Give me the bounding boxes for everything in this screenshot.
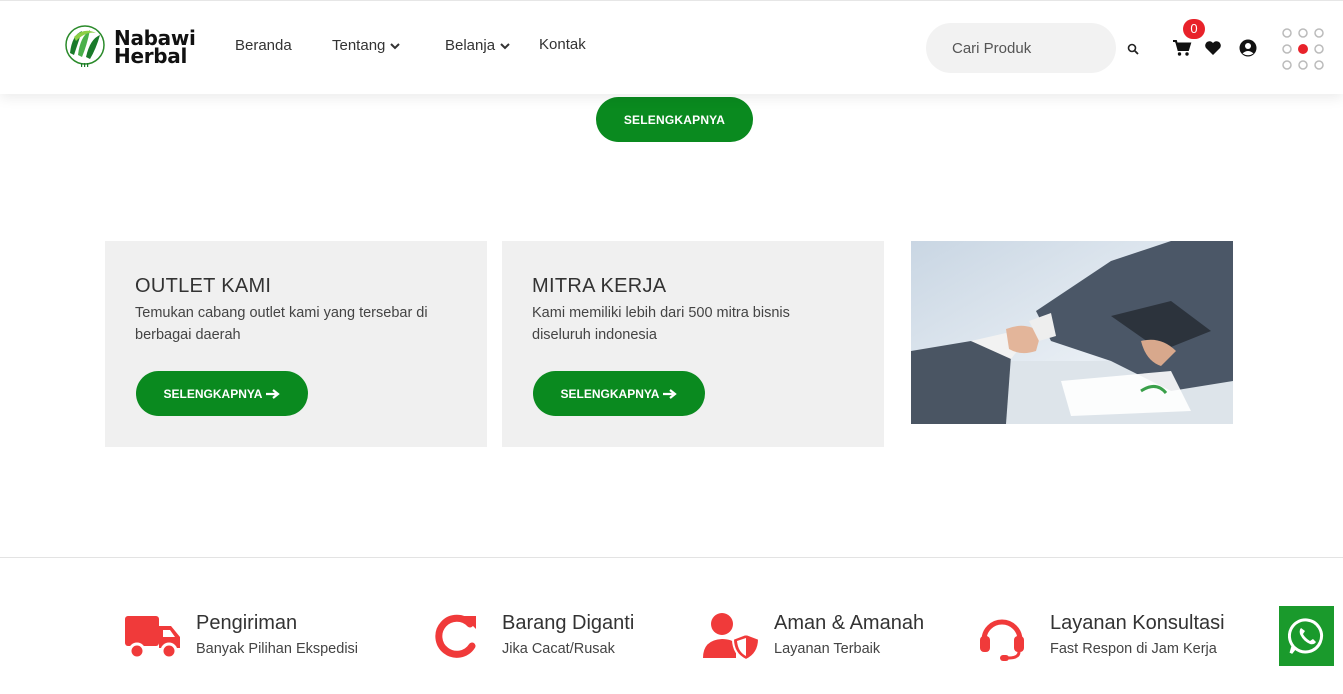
whatsapp-icon	[1287, 618, 1323, 654]
truck-icon	[125, 616, 180, 660]
outlet-more-button[interactable]: SELENGKAPNYA	[136, 371, 308, 416]
button-label: SELENGKAPNYA	[163, 386, 263, 401]
handshake-photo	[911, 241, 1233, 424]
nav-tentang[interactable]: Tentang	[332, 37, 401, 54]
search-input[interactable]: Cari Produk	[926, 23, 1116, 73]
selengkapnya-button[interactable]: SELENGKAPNYA	[596, 97, 753, 142]
user-circle-icon[interactable]	[1239, 39, 1257, 57]
button-label: SELENGKAPNYA	[560, 386, 660, 401]
cart-icon[interactable]	[1172, 39, 1192, 57]
card-title: MITRA KERJA	[532, 275, 667, 297]
card-description: Temukan cabang outlet kami yang tersebar…	[135, 305, 428, 343]
apps-menu-icon[interactable]	[1282, 28, 1324, 70]
chevron-down-icon	[390, 42, 401, 49]
nav-kontak[interactable]: Kontak	[539, 36, 586, 53]
feature-barang-diganti: Barang Diganti Jika Cacat/Rusak	[430, 610, 634, 662]
nav-beranda[interactable]: Beranda	[235, 37, 292, 54]
nav-label: Beranda	[235, 37, 292, 54]
redo-icon	[435, 614, 476, 658]
mitra-more-button[interactable]: SELENGKAPNYA	[533, 371, 705, 416]
logo-line-2: Herbal	[114, 44, 188, 68]
nav-belanja[interactable]: Belanja	[445, 37, 511, 54]
feature-title: Layanan Konsultasi	[1050, 612, 1225, 634]
nav-label: Tentang	[332, 37, 386, 54]
button-label: SELENGKAPNYA	[623, 112, 726, 127]
feature-subtitle: Layanan Terbaik	[774, 641, 881, 657]
feature-title: Pengiriman	[196, 612, 298, 634]
card-title: OUTLET KAMI	[135, 275, 272, 297]
arrow-right-icon	[663, 388, 678, 399]
feature-title: Barang Diganti	[502, 612, 635, 634]
card-description: Kami memiliki lebih dari 500 mitra bisni…	[532, 305, 790, 343]
site-header: Nabawi Herbal Beranda Tentang Belanja Ko…	[0, 0, 1343, 94]
logo-text: Nabawi Herbal	[114, 28, 196, 68]
feature-layanan-konsultasi: Layanan Konsultasi Fast Respon di Jam Ke…	[978, 610, 1225, 662]
feature-pengiriman: Pengiriman Banyak Pilihan Ekspedisi	[124, 610, 358, 662]
nav-label: Belanja	[445, 37, 496, 54]
nav-label: Kontak	[539, 36, 586, 53]
headset-icon	[980, 619, 1024, 661]
feature-subtitle: Fast Respon di Jam Kerja	[1050, 641, 1217, 657]
feature-title: Aman & Amanah	[774, 612, 925, 634]
feature-subtitle: Jika Cacat/Rusak	[502, 641, 615, 657]
cart-count-badge: 0	[1183, 19, 1205, 39]
user-shield-icon	[703, 613, 760, 662]
whatsapp-button[interactable]	[1279, 606, 1334, 666]
outlet-card: OUTLET KAMI Temukan cabang outlet kami y…	[105, 241, 487, 447]
leaf-logo-icon	[65, 25, 105, 67]
section-divider	[0, 557, 1343, 558]
heart-icon[interactable]	[1204, 40, 1222, 56]
chevron-down-icon	[500, 42, 510, 49]
search-placeholder: Cari Produk	[952, 39, 1032, 57]
feature-aman-amanah: Aman & Amanah Layanan Terbaik	[702, 610, 924, 662]
feature-subtitle: Banyak Pilihan Ekspedisi	[196, 641, 359, 657]
arrow-right-icon	[266, 388, 281, 399]
brand-logo[interactable]: Nabawi Herbal	[64, 25, 196, 69]
search-icon[interactable]	[1127, 43, 1139, 55]
mitra-card: MITRA KERJA Kami memiliki lebih dari 500…	[502, 241, 884, 447]
